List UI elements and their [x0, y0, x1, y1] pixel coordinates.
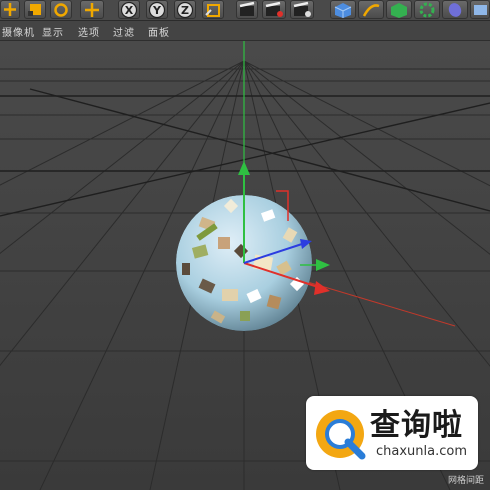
scene-icon: [474, 5, 487, 15]
coordinate-system-icon: [205, 4, 220, 17]
menu-panel[interactable]: 面板: [148, 24, 170, 39]
render-view-button[interactable]: [236, 0, 258, 19]
deformer-button[interactable]: [442, 0, 468, 19]
deformer-icon: [448, 3, 462, 17]
subdivision-button[interactable]: [386, 0, 412, 19]
menu-filter[interactable]: 过滤: [113, 24, 135, 39]
rotate-icon: [54, 3, 68, 17]
coordinate-system-button[interactable]: [202, 0, 224, 19]
y-axis-toggle[interactable]: Y: [146, 0, 168, 19]
y-axis-icon: Y: [148, 1, 166, 18]
cube-object-button[interactable]: [330, 0, 356, 19]
z-axis-toggle[interactable]: Z: [174, 0, 196, 19]
grid-spacing-label: 网格间距: [447, 476, 484, 486]
scene-button[interactable]: [470, 0, 490, 19]
z-axis-label: Z: [181, 4, 189, 17]
render-settings-button[interactable]: [290, 0, 314, 19]
menu-camera[interactable]: 摄像机: [2, 24, 35, 39]
render-picture-viewer-button[interactable]: [262, 0, 286, 19]
pen-icon: [362, 4, 380, 17]
z-axis-icon: Z: [176, 1, 194, 18]
viewport-menu-bar: 摄像机 显示 选项 过滤 面板: [0, 21, 490, 41]
watermark-url: chaxunla.com: [376, 444, 467, 459]
magnifier-q-icon: [316, 410, 366, 460]
scale-icon: [28, 4, 41, 16]
live-select-button[interactable]: [80, 0, 104, 19]
menu-options[interactable]: 选项: [78, 24, 100, 39]
toolbar: X Y Z: [0, 0, 490, 21]
rotate-tool-button[interactable]: [50, 0, 72, 19]
watermark-logo: 查询啦 chaxunla.com: [306, 396, 478, 470]
y-axis-label: Y: [152, 4, 162, 17]
x-axis-label: X: [125, 4, 134, 17]
cube-icon: [334, 3, 352, 18]
watermark-title: 查询啦: [370, 408, 463, 443]
move-arrows-icon: [4, 3, 16, 16]
menu-display[interactable]: 显示: [42, 24, 64, 39]
pen-spline-button[interactable]: [358, 0, 384, 19]
array-gear-icon: [419, 2, 435, 18]
clapboard-gear-icon: [293, 1, 311, 17]
clapboard-icon: [239, 1, 255, 16]
plus-cross-icon: [85, 3, 99, 17]
move-tool-button[interactable]: [0, 0, 20, 19]
scale-tool-button[interactable]: [24, 0, 46, 19]
array-button[interactable]: [414, 0, 440, 19]
x-axis-toggle[interactable]: X: [118, 0, 140, 19]
green-cube-icon: [391, 3, 407, 18]
x-axis-icon: X: [120, 1, 138, 18]
clapboard-play-icon: [265, 1, 283, 17]
